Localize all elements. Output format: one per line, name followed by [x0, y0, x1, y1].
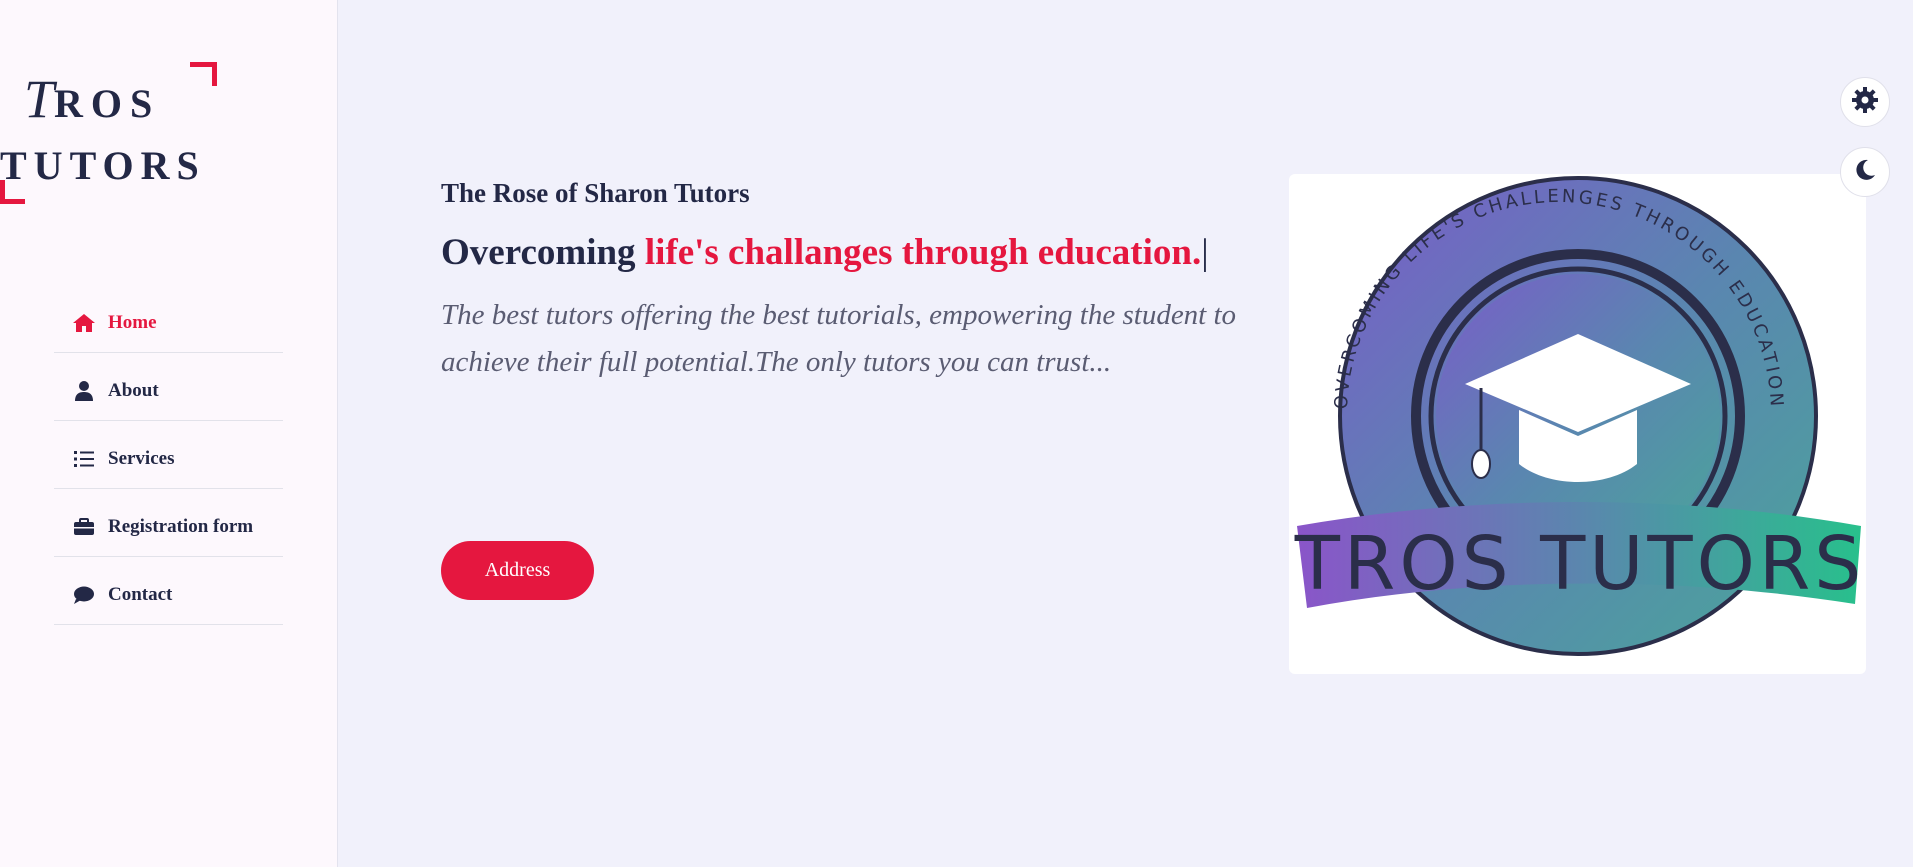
briefcase-icon [64, 517, 104, 536]
brand-line-1: TROS [24, 69, 161, 129]
nav-item-registration-form[interactable]: Registration form [54, 489, 283, 557]
nav-label-contact: Contact [108, 583, 173, 605]
nav-label-about: About [108, 379, 159, 401]
hero-intro: The Rose of Sharon Tutors Overcoming lif… [441, 178, 1241, 386]
gear-icon [1852, 86, 1878, 118]
nav-label-home: Home [108, 311, 157, 333]
hero-headline: Overcoming life's challanges through edu… [441, 231, 1241, 274]
sidebar: TROS TUTORS Home About Services Registra… [0, 0, 338, 867]
chat-bubble-icon [64, 586, 104, 604]
dark-mode-toggle[interactable] [1840, 147, 1890, 197]
nav-item-services[interactable]: Services [54, 421, 283, 489]
headline-prefix: Overcoming [441, 232, 645, 273]
typing-caret: | [1201, 232, 1209, 273]
nav-item-home[interactable]: Home [54, 285, 283, 353]
address-button[interactable]: Address [441, 541, 594, 600]
hero-description: The best tutors offering the best tutori… [441, 299, 1237, 378]
moon-icon [1853, 158, 1877, 187]
nav-label-services: Services [108, 447, 175, 469]
tros-tutors-badge: OVERCOMING LIFE'S CHALLENGES THROUGH EDU… [1289, 174, 1866, 674]
settings-button[interactable] [1840, 77, 1890, 127]
main-nav: Home About Services Registration form Co… [54, 285, 283, 625]
home-icon [64, 313, 104, 333]
badge-graphic: OVERCOMING LIFE'S CHALLENGES THROUGH EDU… [1294, 176, 1866, 656]
brand-line-2: TUTORS [0, 143, 206, 188]
list-icon [64, 450, 104, 468]
logo-corner-bottom-left [0, 180, 25, 204]
user-icon [64, 380, 104, 401]
nav-item-about[interactable]: About [54, 353, 283, 421]
logo-corner-top-right [190, 62, 217, 86]
brand-logo[interactable]: TROS TUTORS [0, 62, 220, 207]
hero-subtitle: The Rose of Sharon Tutors [441, 178, 750, 208]
headline-accent: life's challanges through education. [644, 232, 1202, 273]
nav-label-registration-form: Registration form [108, 515, 254, 537]
badge-banner-text: TROS TUTORS [1294, 521, 1866, 607]
nav-item-contact[interactable]: Contact [54, 557, 283, 625]
